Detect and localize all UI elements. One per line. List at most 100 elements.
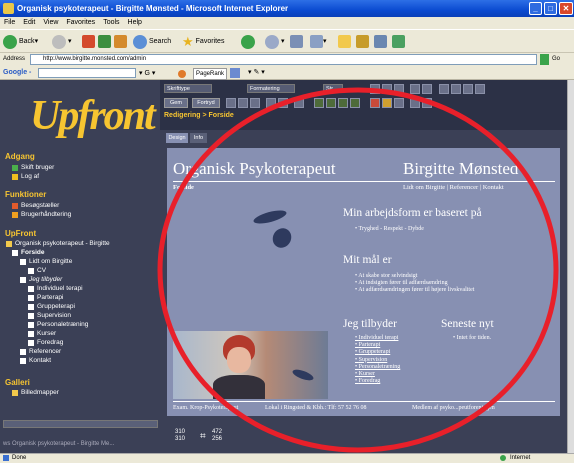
messenger-icon [374, 35, 387, 48]
globe-icon [500, 455, 506, 461]
sidebar-item-log-af[interactable]: Log af [12, 173, 39, 181]
search-button[interactable]: Search [133, 33, 171, 50]
folder-button[interactable] [338, 33, 351, 50]
user-icon [12, 165, 18, 171]
section-heading-funktioner: Funktioner [5, 190, 47, 199]
address-input[interactable]: http://www.birgitte.monsted.com/admin [30, 54, 537, 65]
refresh-button[interactable] [98, 33, 111, 50]
page-icon [28, 340, 34, 346]
discuss-button[interactable] [356, 33, 369, 50]
tree-item-gruppeterapi[interactable]: Gruppeterapi [28, 303, 75, 311]
section-heading-adgang: Adgang [5, 152, 35, 161]
coord-readout: 310 310 [175, 429, 185, 443]
page-icon [28, 295, 34, 301]
page-icon [20, 358, 26, 364]
address-url: http://www.birgitte.monsted.com/admin [43, 56, 147, 62]
tree-item-jeg-tilbyder[interactable]: Jeg tilbyder [20, 276, 62, 284]
refresh-icon [98, 35, 111, 48]
search-icon [133, 34, 147, 49]
back-button[interactable]: Back ▾ [3, 33, 38, 50]
sidebar-item-besogstaeller[interactable]: Besøgstæller [12, 202, 59, 210]
users-icon [12, 212, 18, 218]
home-icon [114, 35, 127, 48]
tree-item-kontakt[interactable]: Kontakt [20, 357, 51, 365]
menu-file[interactable]: File [0, 17, 19, 29]
page-icon [3, 455, 9, 461]
google-highlight-icon[interactable] [230, 68, 240, 78]
close-button[interactable]: ✕ [559, 2, 573, 15]
google-search-input[interactable] [38, 68, 136, 78]
status-bar: Done Internet [0, 453, 574, 463]
minimize-button[interactable]: _ [529, 2, 542, 15]
status-text: Done [12, 455, 27, 461]
page-icon [28, 331, 34, 337]
tree-item-lidt-om-birgitte[interactable]: Lidt om Birgitte [20, 258, 72, 266]
tree-item-individuel-terapi[interactable]: Individuel terapi [28, 285, 83, 293]
tree-item-referencer[interactable]: Referencer [20, 348, 61, 356]
menu-bar: File Edit View Favorites Tools Help [0, 17, 574, 29]
sidebar-h-scrollbar[interactable] [3, 420, 158, 428]
menu-tools[interactable]: Tools [99, 17, 123, 29]
page-icon [20, 277, 26, 283]
tree-item-cv[interactable]: CV [28, 267, 46, 275]
favorites-button[interactable]: ★ Favorites [182, 33, 224, 50]
maximize-button[interactable]: □ [544, 2, 557, 15]
forward-button[interactable]: ▾ [52, 33, 72, 50]
window-title-bar: Organisk psykoterapeut - Birgitte Mønste… [0, 0, 574, 17]
stop-button[interactable] [82, 33, 95, 50]
print-icon [310, 35, 323, 48]
coord-y2: 256 [212, 436, 223, 442]
size-readout: 472 256 [212, 429, 222, 443]
home-button[interactable] [114, 33, 127, 50]
logout-icon [12, 174, 18, 180]
menu-help[interactable]: Help [124, 17, 146, 29]
coord-x1: 310 [175, 429, 186, 435]
sidebar-item-brugerhaandtering[interactable]: Brugerhåndtering [12, 211, 71, 219]
menu-view[interactable]: View [39, 17, 62, 29]
star-icon: ★ [182, 34, 194, 49]
sidebar-footer: ws Organisk psykoterapeut - Birgitte Me.… [3, 441, 115, 447]
section-heading-upfront: UpFront [5, 229, 37, 238]
page-icon [28, 304, 34, 310]
sidebar-item-billedmapper[interactable]: Billedmapper [12, 389, 59, 397]
print-button[interactable]: ▾ [310, 33, 327, 50]
tree-item-parterapi[interactable]: Parterapi [28, 294, 63, 302]
window-title: Organisk psykoterapeut - Birgitte Mønste… [17, 4, 289, 13]
sidebar-item-skift-bruger[interactable]: Skift bruger [12, 164, 54, 172]
tree-item-forside[interactable]: Forside [12, 249, 44, 257]
discuss-icon [356, 35, 369, 48]
go-arrow-icon[interactable] [540, 54, 549, 65]
google-options-icon[interactable] [178, 70, 186, 78]
page-icon [20, 349, 26, 355]
page-icon [20, 259, 26, 265]
ie-icon [3, 3, 14, 14]
back-arrow-icon [3, 34, 17, 49]
tree-item-personaletraening[interactable]: Personaletræning [28, 321, 88, 329]
vertical-scrollbar[interactable] [567, 80, 574, 453]
go-button[interactable]: Go [552, 53, 560, 66]
tree-item-foredrag[interactable]: Foredrag [28, 339, 63, 347]
menu-edit[interactable]: Edit [19, 17, 39, 29]
tree-item-supervision[interactable]: Supervision [28, 312, 71, 320]
tree-item-root[interactable]: Organisk psykoterapeut - Birgitte [6, 240, 110, 248]
research-button[interactable] [392, 33, 405, 50]
page-icon [28, 322, 34, 328]
history-button[interactable]: ▾ [265, 33, 285, 50]
zone-text: Internet [510, 455, 531, 461]
page-icon [12, 250, 18, 256]
folder-icon [338, 35, 351, 48]
tree-item-kurser[interactable]: Kurser [28, 330, 56, 338]
red-ellipse [157, 87, 559, 453]
menu-favorites[interactable]: Favorites [62, 17, 99, 29]
research-icon [392, 35, 405, 48]
google-logo[interactable]: Google - [3, 66, 31, 80]
mail-button[interactable] [290, 33, 303, 50]
media-button[interactable] [241, 33, 257, 50]
forward-arrow-icon [52, 34, 66, 49]
address-label: Address [3, 56, 26, 62]
media-icon [241, 34, 255, 49]
annotation-circle [157, 87, 559, 453]
messenger-button[interactable] [374, 33, 387, 50]
stop-icon [82, 35, 95, 48]
mail-icon [290, 35, 303, 48]
